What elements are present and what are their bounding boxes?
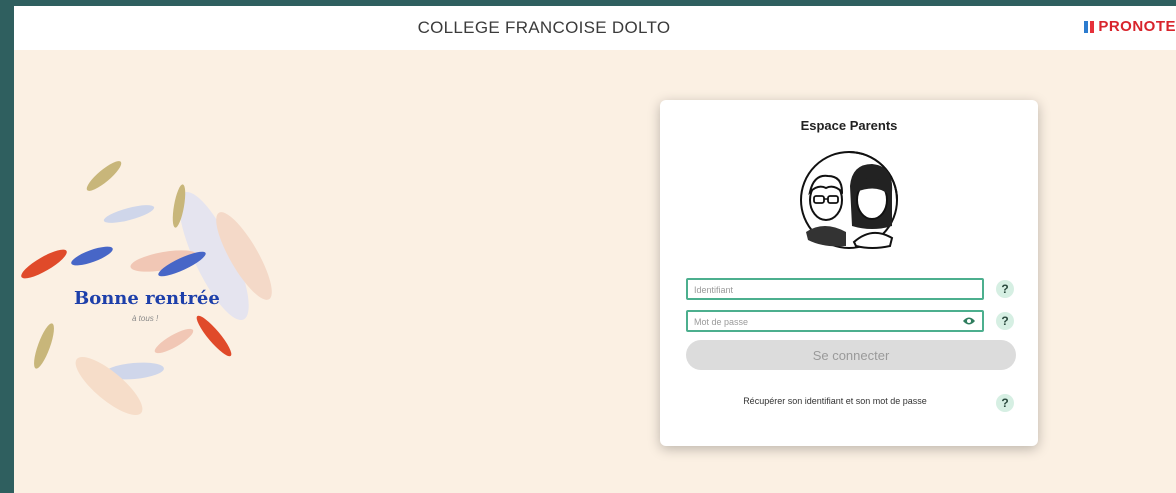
welcome-title: Bonne rentrée — [74, 288, 220, 309]
school-name: COLLEGE FRANCOISE DOLTO — [417, 18, 671, 37]
eye-icon[interactable] — [962, 315, 976, 327]
parents-avatar-icon — [800, 151, 898, 249]
recover-help-icon[interactable]: ? — [996, 394, 1014, 412]
password-field[interactable] — [686, 310, 984, 332]
brand-name: PRONOTE — [1098, 18, 1176, 35]
login-card: Espace Parents ? — [660, 100, 1038, 446]
username-input[interactable] — [692, 280, 956, 300]
pronote-logo: PRONOTE — [1084, 18, 1176, 35]
username-help-icon[interactable]: ? — [996, 280, 1014, 298]
space-title: Espace Parents — [800, 118, 898, 133]
recover-credentials-link[interactable]: Récupérer son identifiant et son mot de … — [700, 396, 970, 406]
top-bar: COLLEGE FRANCOISE DOLTO PRONOTE — [14, 6, 1176, 50]
username-field[interactable] — [686, 278, 984, 300]
connect-button[interactable]: Se connecter — [686, 340, 1016, 370]
password-input[interactable] — [692, 312, 956, 332]
password-help-icon[interactable]: ? — [996, 312, 1014, 330]
login-screen: COLLEGE FRANCOISE DOLTO PRONOTE Bonne re… — [14, 6, 1176, 493]
pronote-logo-icon — [1084, 20, 1095, 33]
welcome-subtitle: à tous ! — [132, 314, 159, 323]
decorative-leaves — [21, 161, 272, 416]
